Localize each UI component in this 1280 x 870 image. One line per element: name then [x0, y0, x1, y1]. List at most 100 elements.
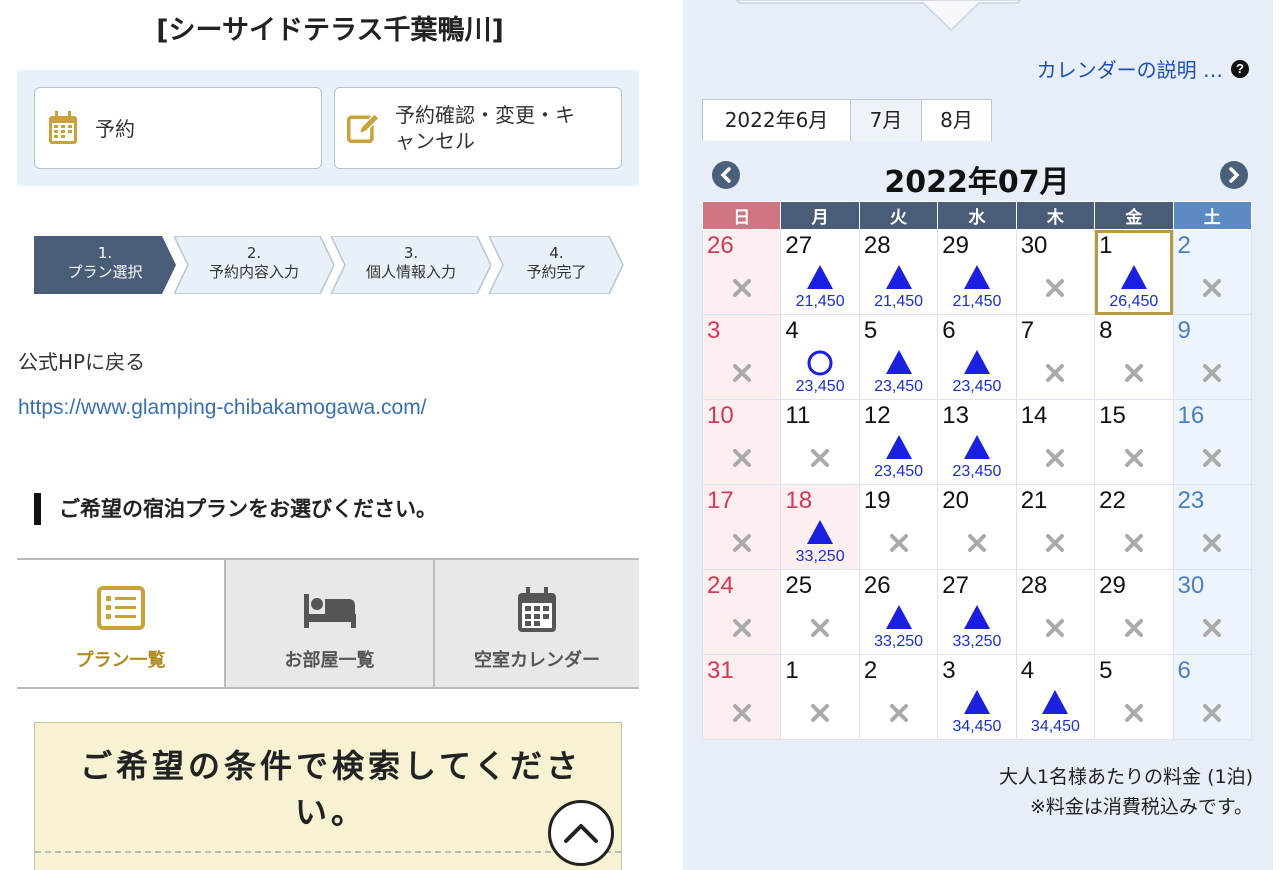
step-personal-info: 3. 個人情報入力 [331, 236, 491, 294]
unavailable-x-icon [889, 704, 908, 722]
calendar-week-row: 26 27 21,450 28 21,450 29 21,450 30 1 26,450 2 [701, 229, 1253, 315]
unavailable-x-icon [1046, 534, 1065, 552]
step-reservation-details: 2. 予約内容入力 [174, 236, 334, 294]
day-number: 5 [1099, 657, 1113, 684]
calendar-day-cell: 22 [1094, 484, 1174, 570]
calendar-day-cell: 11 [780, 399, 860, 485]
calendar-day-cell[interactable]: 27 21,450 [780, 229, 860, 315]
day-number: 14 [1020, 402, 1048, 429]
few-rooms-triangle-icon [885, 350, 912, 374]
few-rooms-triangle-icon [885, 265, 912, 289]
day-number: 27 [942, 572, 969, 599]
unavailable-x-icon [1124, 364, 1143, 382]
calendar-day-cell: 25 [780, 569, 860, 655]
divider [35, 851, 621, 853]
calendar-day-cell[interactable]: 27 33,250 [937, 569, 1017, 655]
calendar-day-cell[interactable]: 6 23,450 [937, 314, 1017, 400]
calendar-panel: カレンダーの説明 … ? 2022年6月 7月 8月 2022年07月 日 月 … [683, 0, 1273, 870]
reserve-button[interactable]: 予約 [34, 87, 322, 169]
day-number: 18 [785, 487, 813, 514]
weekday-fri: 金 [1094, 201, 1174, 230]
quick-actions: 予約 予約確認・変更・キ ャンセル [17, 70, 639, 186]
scroll-to-top-button[interactable] [548, 800, 614, 866]
left-panel: [シーサイドテラス千葉鴨川] 予約 予約確認・変更・キ ャンセル 1. プラン選… [0, 0, 660, 870]
step-label: 予約完了 [526, 263, 587, 281]
day-number: 11 [785, 402, 811, 429]
day-number: 28 [863, 232, 891, 259]
unavailable-x-icon [1124, 619, 1143, 637]
day-number: 10 [707, 402, 734, 429]
calendar-day-cell: 16 [1172, 399, 1253, 485]
calendar-grid: 日 月 火 水 木 金 土 26 27 21,450 28 21,450 29 21,450… [701, 201, 1253, 740]
next-month-button[interactable] [1220, 161, 1248, 189]
tab-month-july[interactable]: 7月 [850, 99, 922, 141]
calendar-day-cell[interactable]: 13 23,450 [937, 399, 1017, 485]
day-price: 33,250 [795, 548, 845, 565]
tab-availability-calendar[interactable]: 空室カレンダー [433, 560, 639, 687]
tab-label: 空室カレンダー [474, 650, 600, 671]
calendar-header: 2022年07月 [702, 155, 1252, 200]
day-price: 21,450 [874, 293, 924, 310]
calendar-day-cell[interactable]: 5 23,450 [858, 314, 939, 400]
day-number: 26 [863, 572, 891, 599]
unavailable-x-icon [1203, 704, 1222, 722]
few-rooms-triangle-icon [807, 265, 834, 289]
homepage-link[interactable]: https://www.glamping-chibakamogawa.com/ [18, 396, 427, 420]
unavailable-x-icon [1124, 704, 1143, 722]
calendar-day-cell[interactable]: 4 34,450 [1015, 654, 1096, 740]
unavailable-x-icon [1046, 619, 1065, 637]
tab-plan-list[interactable]: プラン一覧 [17, 560, 224, 687]
calendar-week-row: 24 25 26 33,250 27 33,250 28 29 30 [701, 569, 1253, 655]
manage-reservation-button[interactable]: 予約確認・変更・キ ャンセル [334, 87, 622, 169]
weekday-sun: 日 [701, 201, 782, 230]
calendar-day-cell: 26 [701, 229, 782, 315]
unavailable-x-icon [967, 534, 986, 552]
tab-room-list[interactable]: お部屋一覧 [224, 560, 433, 687]
calendar-icon [518, 587, 556, 632]
unavailable-x-icon [1046, 364, 1065, 382]
unavailable-x-icon [1203, 449, 1222, 467]
day-number: 29 [942, 232, 969, 259]
few-rooms-triangle-icon [963, 690, 990, 714]
unavailable-x-icon [1203, 364, 1222, 382]
day-number: 15 [1099, 402, 1126, 429]
calendar-body: 26 27 21,450 28 21,450 29 21,450 30 1 26,450 2 3 4 23… [701, 229, 1253, 740]
manage-label-line2: ャンセル [395, 129, 475, 153]
day-number: 1 [785, 657, 799, 684]
day-number: 21 [1020, 487, 1048, 514]
view-tabs: プラン一覧 お部屋一覧 空室カレンダー [17, 558, 639, 689]
calendar-day-cell[interactable]: 26 33,250 [858, 569, 939, 655]
homepage-label: 公式HPに戻る [18, 350, 146, 374]
calendar-help-link[interactable]: カレンダーの説明 … ? [1037, 54, 1249, 83]
unavailable-x-icon [732, 534, 751, 552]
calendar-day-cell[interactable]: 18 33,250 [780, 484, 860, 570]
unavailable-x-icon [1124, 534, 1143, 552]
tab-month-june[interactable]: 2022年6月 [702, 99, 851, 141]
day-number: 5 [863, 317, 878, 344]
section-heading: ご希望の宿泊プランをお選びください。 [34, 493, 437, 525]
day-price: 23,450 [874, 378, 924, 395]
tab-month-august[interactable]: 8月 [921, 99, 992, 141]
calendar-day-cell: 17 [701, 484, 782, 570]
list-icon [96, 586, 145, 630]
calendar-day-cell[interactable]: 12 23,450 [858, 399, 939, 485]
few-rooms-triangle-icon [963, 350, 990, 374]
calendar-day-cell: 31 [701, 654, 782, 740]
tab-label: お部屋一覧 [284, 650, 375, 671]
step-complete: 4. 予約完了 [489, 236, 624, 294]
unavailable-x-icon [732, 704, 751, 722]
weekday-tue: 火 [858, 201, 939, 230]
unavailable-x-icon [811, 619, 830, 637]
calendar-day-cell[interactable]: 29 21,450 [937, 229, 1017, 315]
calendar-day-cell[interactable]: 4 23,450 [780, 314, 860, 400]
day-number: 25 [785, 572, 813, 599]
unavailable-x-icon [1203, 619, 1222, 637]
unavailable-x-icon [811, 449, 830, 467]
day-number: 4 [1020, 657, 1035, 684]
calendar-day-cell[interactable]: 1 26,450 [1094, 229, 1174, 315]
calendar-day-cell[interactable]: 28 21,450 [858, 229, 939, 315]
day-number: 3 [942, 657, 956, 684]
unavailable-x-icon [1124, 449, 1143, 467]
calendar-day-cell[interactable]: 3 34,450 [937, 654, 1017, 740]
facility-title: [シーサイドテラス千葉鴨川] [156, 15, 504, 46]
